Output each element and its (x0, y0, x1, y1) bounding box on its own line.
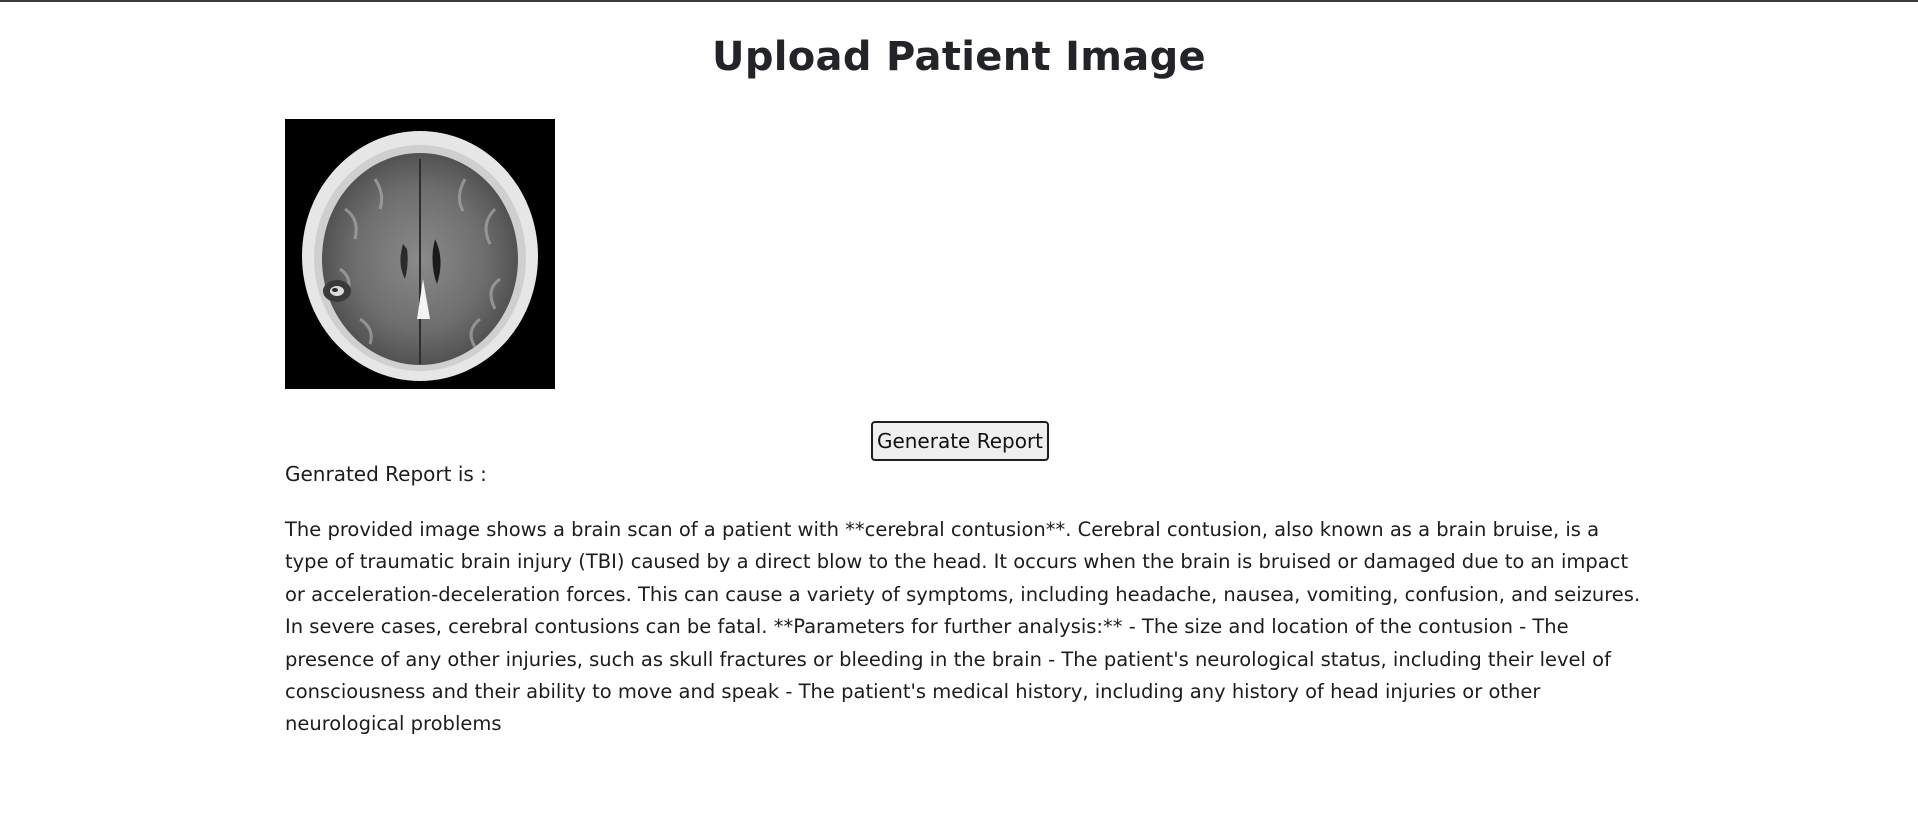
report-label: Genrated Report is : (285, 462, 487, 486)
report-text: The provided image shows a brain scan of… (285, 518, 1641, 736)
page-title: Upload Patient Image (712, 34, 1206, 80)
brain-scan-icon (285, 119, 555, 389)
top-divider (0, 0, 1918, 2)
page: Upload Patient Image Generate Report Gen… (0, 0, 1918, 827)
generate-report-button[interactable]: Generate Report (871, 421, 1049, 461)
patient-image-preview (285, 119, 555, 389)
